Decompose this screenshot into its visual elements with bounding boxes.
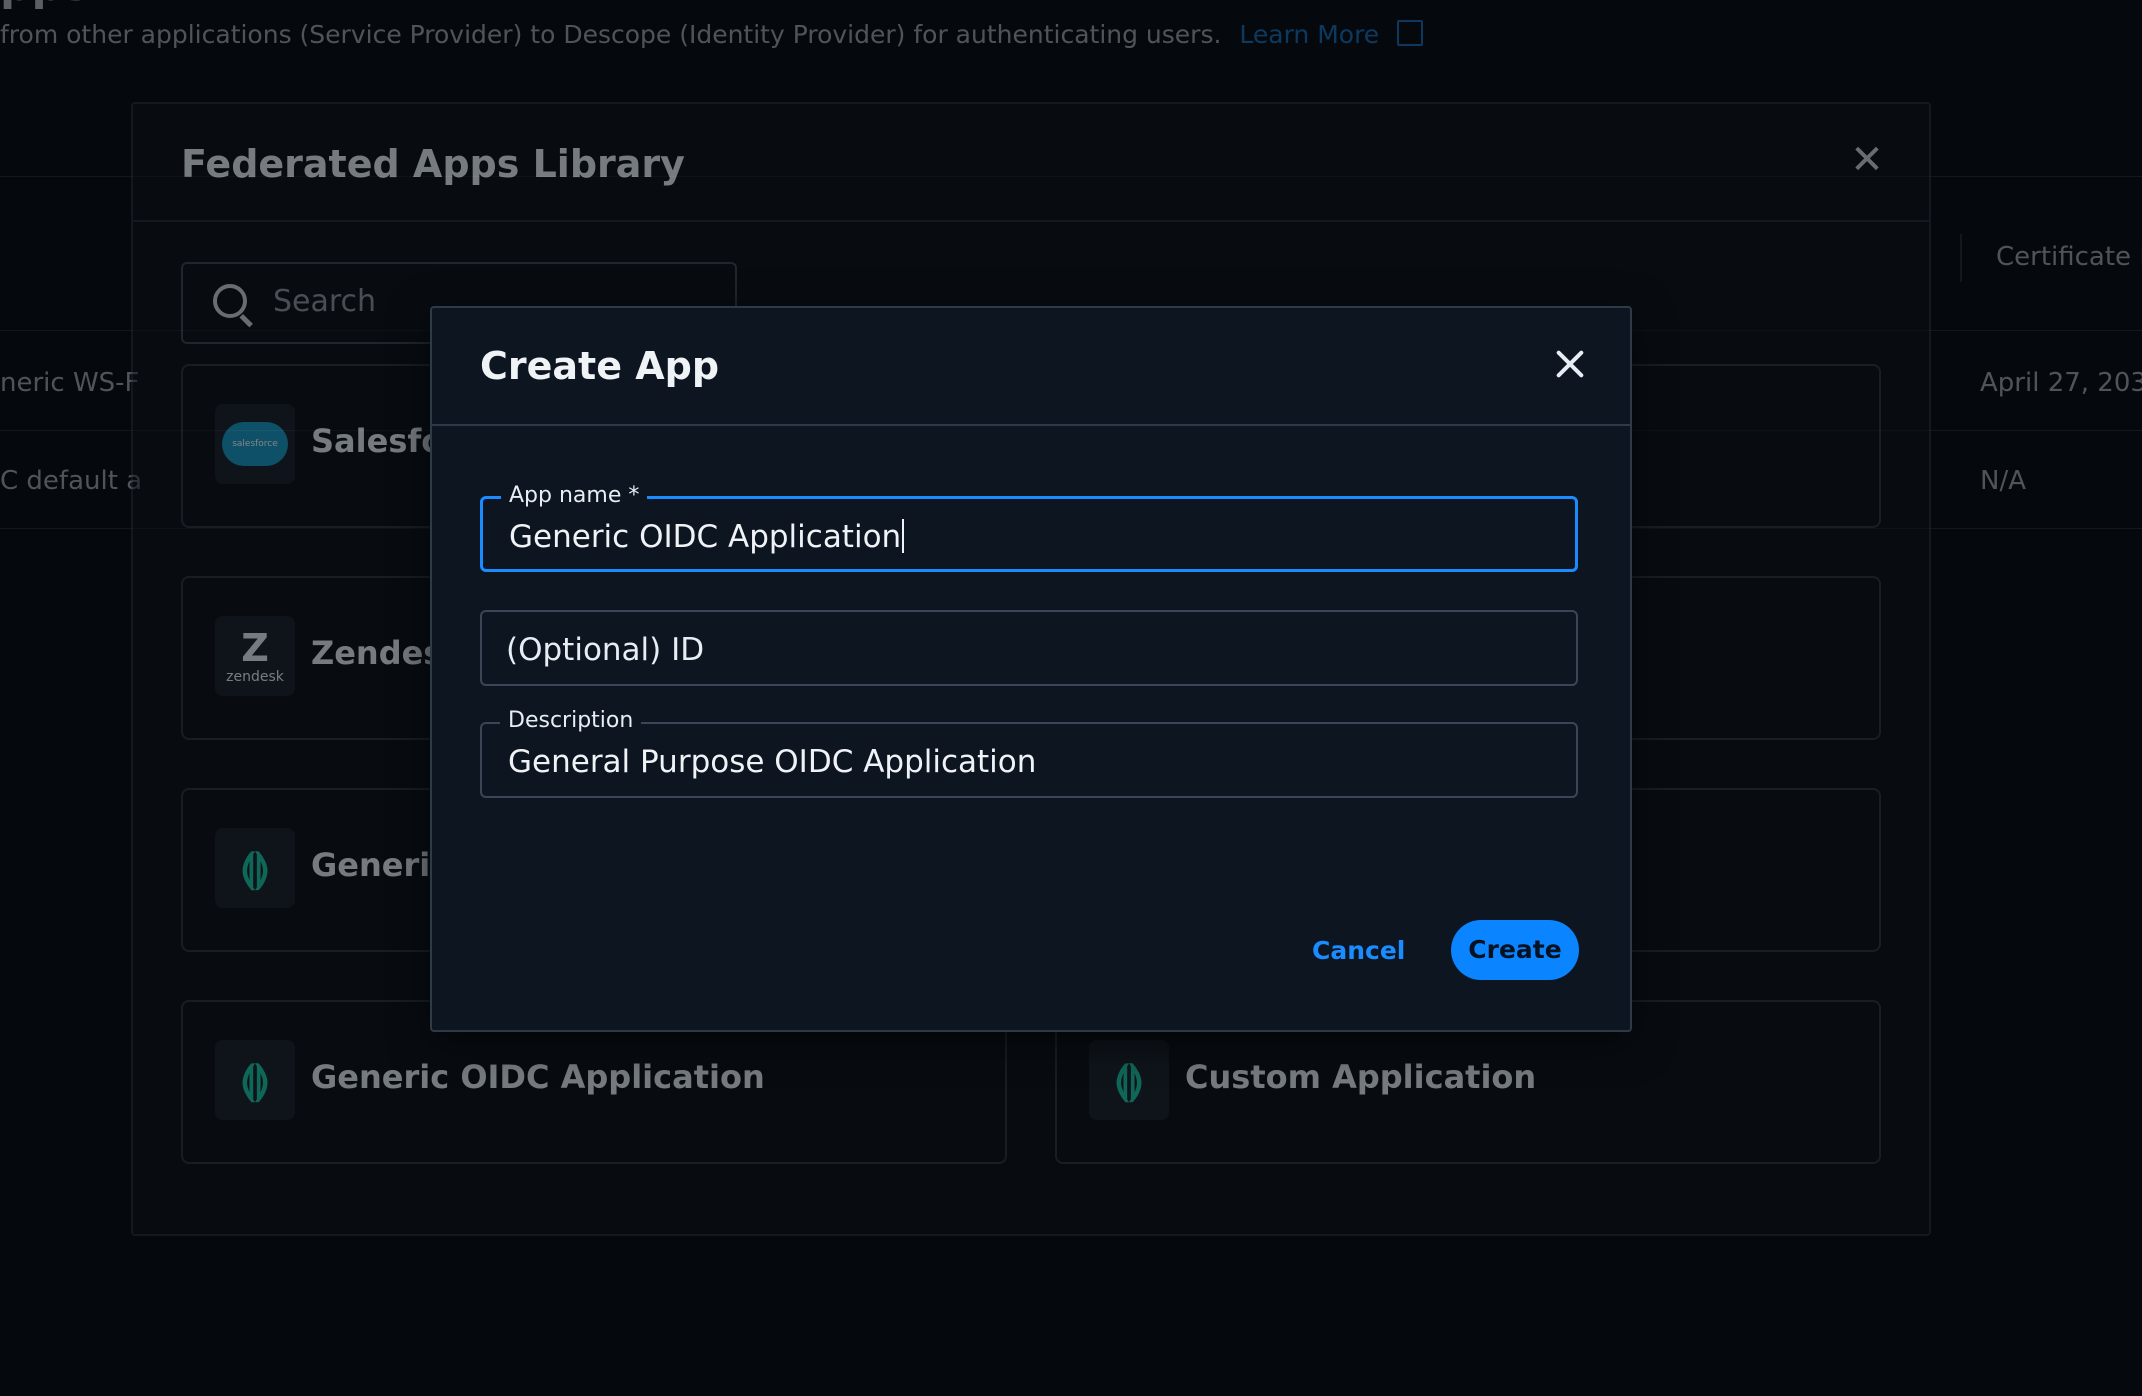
descope-logo-icon: ⟬⟭ [1089, 1040, 1169, 1120]
close-icon[interactable]: ✕ [1847, 140, 1887, 180]
app-card-name: Custom Application [1185, 1058, 1537, 1096]
salesforce-logo-icon: salesforce [215, 404, 295, 484]
app-name-value: Generic OIDC Application [509, 519, 905, 555]
descope-logo-icon: ⟬⟭ [215, 1040, 295, 1120]
optional-id-placeholder: (Optional) ID [506, 632, 705, 668]
dialog-title: Create App [480, 344, 720, 388]
library-title: Federated Apps Library [181, 142, 685, 186]
optional-id-field[interactable]: (Optional) ID [480, 610, 1578, 686]
table-cell-date: April 27, 2036 [1980, 368, 2142, 398]
column-header-certificate: Certificate E [1996, 242, 2142, 272]
library-header: Federated Apps Library ✕ [133, 104, 1929, 222]
zendesk-logo-icon: Zzendesk [215, 616, 295, 696]
table-cell-name: neric WS-F [0, 368, 140, 398]
learn-more-link[interactable]: Learn More [1239, 20, 1379, 49]
app-name-label: App name * [501, 483, 648, 508]
app-card-name: Generic OIDC Application [311, 1058, 765, 1096]
dialog-header: Create App [432, 308, 1630, 426]
table-cell-date: N/A [1980, 466, 2026, 496]
cancel-button[interactable]: Cancel [1312, 936, 1405, 965]
description-field[interactable]: Description General Purpose OIDC Applica… [480, 708, 1578, 798]
search-icon [213, 284, 247, 318]
create-app-dialog: Create App App name * Generic OIDC Appli… [430, 306, 1632, 1032]
close-icon[interactable] [1552, 346, 1588, 382]
descope-logo-icon: ⟬⟭ [215, 828, 295, 908]
column-separator [1960, 234, 1962, 282]
search-placeholder: Search [273, 284, 377, 319]
description-value: General Purpose OIDC Application [508, 744, 1037, 780]
subtitle-text: from other applications (Service Provide… [0, 20, 1222, 49]
table-cell-name: C default a [0, 466, 143, 496]
text-caret [902, 519, 905, 553]
page-heading: pps [0, 0, 89, 11]
page-subtitle: from other applications (Service Provide… [0, 20, 1424, 49]
app-name-field[interactable]: App name * Generic OIDC Application [480, 483, 1578, 572]
description-label: Description [500, 708, 642, 733]
external-link-icon [1397, 20, 1424, 46]
create-button[interactable]: Create [1451, 920, 1579, 980]
